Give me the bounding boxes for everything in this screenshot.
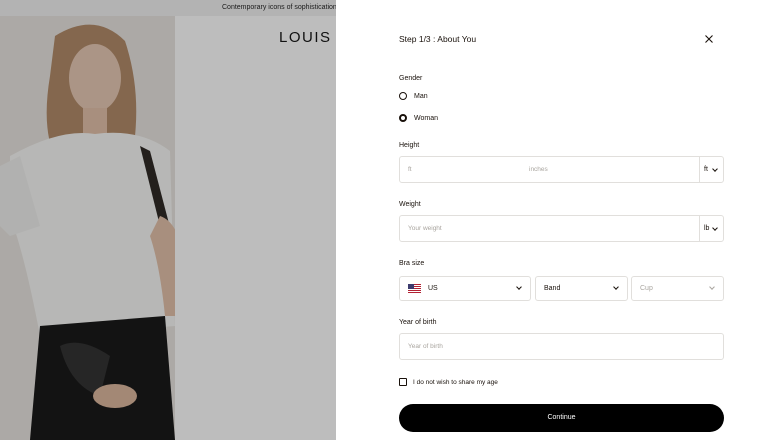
weight-input[interactable]: Your weight: [408, 216, 442, 241]
gender-option-man[interactable]: Man: [399, 90, 428, 102]
weight-unit-select[interactable]: lb: [699, 216, 723, 241]
height-unit-value: ft: [704, 166, 708, 173]
continue-button[interactable]: Continue: [399, 404, 724, 432]
close-button[interactable]: [702, 32, 716, 46]
radio-woman-label: Woman: [414, 114, 438, 122]
height-inches-input[interactable]: inches: [529, 157, 548, 182]
year-of-birth-field: Year of birth: [399, 333, 724, 360]
radio-woman[interactable]: [399, 114, 407, 122]
bra-band-value: Band: [544, 285, 561, 292]
height-unit-select[interactable]: ft: [699, 157, 723, 182]
chevron-down-icon: [709, 284, 715, 290]
height-label: Height: [399, 142, 420, 149]
year-of-birth-label: Year of birth: [399, 319, 437, 326]
bra-region-select[interactable]: US: [399, 276, 531, 301]
gender-option-woman[interactable]: Woman: [399, 112, 438, 124]
close-icon[interactable]: [702, 32, 716, 46]
height-ft-input[interactable]: ft: [408, 157, 412, 182]
height-field: ft inches ft: [399, 156, 724, 183]
chevron-down-icon: [516, 284, 522, 290]
radio-man-label: Man: [414, 92, 428, 100]
chevron-down-icon: [613, 284, 619, 290]
share-age-checkbox[interactable]: [399, 378, 407, 386]
step-title: Step 1/3 : About You: [399, 34, 477, 44]
bra-cup-value: Cup: [640, 285, 653, 292]
year-of-birth-input[interactable]: Year of birth: [408, 334, 443, 359]
chevron-down-icon: [712, 225, 718, 231]
us-flag-icon: [408, 284, 421, 293]
chevron-down-icon: [712, 166, 718, 172]
weight-field: Your weight lb: [399, 215, 724, 242]
share-age-option[interactable]: I do not wish to share my age: [399, 377, 498, 387]
radio-man[interactable]: [399, 92, 407, 100]
gender-label: Gender: [399, 75, 423, 82]
bra-band-select[interactable]: Band: [535, 276, 628, 301]
weight-label: Weight: [399, 201, 421, 208]
bra-region-value: US: [428, 285, 438, 292]
about-you-panel: Step 1/3 : About You Gender Man Woman He…: [336, 0, 768, 440]
bra-cup-select[interactable]: Cup: [631, 276, 724, 301]
share-age-label: I do not wish to share my age: [413, 378, 498, 386]
weight-unit-value: lb: [704, 225, 710, 232]
bra-size-label: Bra size: [399, 260, 425, 267]
